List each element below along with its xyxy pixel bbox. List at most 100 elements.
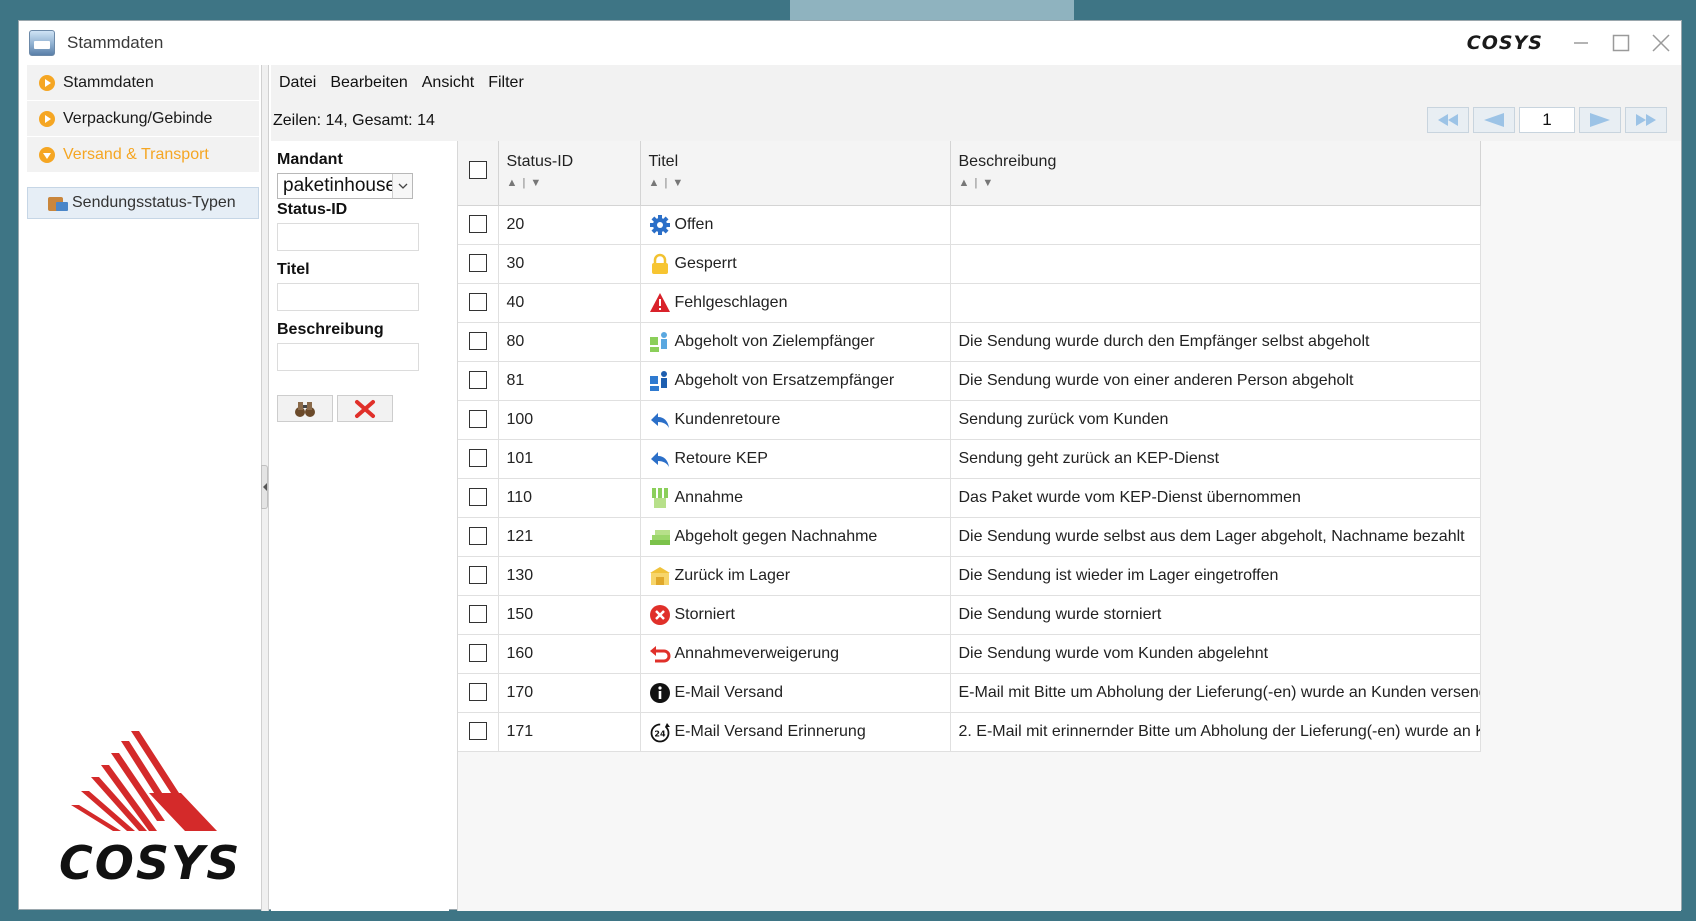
- menu-filter[interactable]: Filter: [488, 74, 524, 92]
- status-id-value: 130: [506, 566, 534, 584]
- prev-page-button[interactable]: [1473, 107, 1515, 133]
- row-checkbox[interactable]: [468, 527, 487, 546]
- panel-splitter[interactable]: [261, 65, 269, 911]
- next-page-button[interactable]: [1579, 107, 1621, 133]
- row-select-cell: [458, 673, 499, 713]
- beschreibung-value: 2. E-Mail mit erinnernder Bitte um Abhol…: [958, 722, 1480, 740]
- close-button[interactable]: [1641, 21, 1681, 65]
- table-row[interactable]: 100 Kundenretoure Sendung zurück vom Kun…: [458, 400, 1481, 440]
- table-row[interactable]: 150 Storniert Die Sendung wurde stornier…: [458, 595, 1481, 635]
- row-checkbox[interactable]: [468, 254, 487, 273]
- table-row[interactable]: 121 Abgeholt gegen Nachnahme Die Sendung…: [458, 517, 1481, 557]
- table-row[interactable]: 130 Zurück im Lager Die Sendung ist wied…: [458, 556, 1481, 596]
- row-checkbox[interactable]: [468, 644, 487, 663]
- beschreibung-value: Die Sendung wurde vom Kunden abgelehnt: [958, 644, 1269, 662]
- beschreibung-value: Die Sendung ist wieder im Lager eingetro…: [958, 566, 1279, 584]
- table-row[interactable]: 110 Annahme Das Paket wurde vom KEP-Dien…: [458, 478, 1481, 518]
- row-checkbox[interactable]: [468, 371, 487, 390]
- row-checkbox[interactable]: [468, 332, 487, 351]
- window-title: Stammdaten: [67, 33, 164, 52]
- sidebar-item-label: Verpackung/Gebinde: [63, 109, 213, 127]
- sort-arrows-icon[interactable]: ▲ | ▼: [649, 177, 950, 189]
- handover-icon: [649, 487, 671, 509]
- titel-cell: Annahme: [640, 478, 951, 518]
- row-count-text: Zeilen: 14, Gesamt: 14: [273, 112, 435, 129]
- prev-page-icon: [1484, 113, 1504, 127]
- titel-cell: Abgeholt gegen Nachnahme: [640, 517, 951, 557]
- row-checkbox[interactable]: [468, 605, 487, 624]
- column-header-status-id[interactable]: Status-ID ▲ | ▼: [498, 141, 641, 206]
- table-row[interactable]: 101 Retoure KEP Sendung geht zurück an K…: [458, 439, 1481, 479]
- beschreibung-cell: Sendung zurück vom Kunden: [950, 400, 1481, 440]
- sidebar-subitem-label: Sendungsstatus-Typen: [72, 194, 236, 211]
- menu-bearbeiten[interactable]: Bearbeiten: [330, 74, 407, 92]
- sidebar-item-label: Stammdaten: [63, 73, 154, 91]
- collapse-handle[interactable]: [261, 465, 268, 509]
- lock-icon: [649, 253, 671, 275]
- cosys-logo-text: COSYS: [59, 836, 242, 890]
- arrow-right-circle-icon: [39, 110, 55, 127]
- menu-datei[interactable]: Datei: [279, 74, 316, 92]
- table-row[interactable]: 160 Annahmeverweigerung Die Sendung wurd…: [458, 634, 1481, 674]
- table-row[interactable]: 170 E-Mail Versand E-Mail mit Bitte um A…: [458, 673, 1481, 713]
- table-row[interactable]: 81 Abgeholt von Ersatzempfänger Die Send…: [458, 361, 1481, 401]
- titel-value: Kundenretoure: [674, 410, 781, 428]
- titel-label: Titel: [277, 261, 310, 278]
- row-checkbox[interactable]: [468, 293, 487, 312]
- row-checkbox[interactable]: [468, 488, 487, 507]
- column-header-titel[interactable]: Titel ▲ | ▼: [640, 141, 951, 206]
- table-row[interactable]: 171 24 E-Mail Versand Erinnerung 2. E-Mai…: [458, 712, 1481, 752]
- row-checkbox[interactable]: [468, 566, 487, 585]
- status-id-cell: 81: [498, 361, 641, 401]
- sidebar-subitem-sendungsstatus-typen[interactable]: Sendungsstatus-Typen: [27, 187, 259, 219]
- sort-arrows-icon[interactable]: ▲ | ▼: [959, 177, 1480, 189]
- row-select-cell: [458, 439, 499, 479]
- status-id-value: 101: [506, 449, 534, 467]
- titel-value: Offen: [674, 215, 714, 233]
- table-row[interactable]: 30 Gesperrt: [458, 244, 1481, 284]
- first-page-icon: [1438, 114, 1458, 126]
- row-checkbox[interactable]: [468, 722, 487, 741]
- titel-cell: Offen: [640, 205, 951, 245]
- titel-value: Storniert: [674, 605, 735, 623]
- row-select-cell: [458, 283, 499, 323]
- pager: 1: [1427, 107, 1667, 133]
- mandant-select[interactable]: paketinhouse: [277, 173, 413, 199]
- first-page-button[interactable]: [1427, 107, 1469, 133]
- beschreibung-cell: Die Sendung wurde storniert: [950, 595, 1481, 635]
- row-checkbox[interactable]: [468, 215, 487, 234]
- table-row[interactable]: 80 Abgeholt von Zielempfänger Die Sendun…: [458, 322, 1481, 362]
- sidebar-item-verpackung[interactable]: Verpackung/Gebinde: [27, 101, 259, 137]
- sidebar-item-stammdaten[interactable]: Stammdaten: [27, 65, 259, 101]
- column-label: Status-ID: [506, 153, 574, 170]
- status-id-cell: 40: [498, 283, 641, 323]
- sort-arrows-icon[interactable]: ▲ | ▼: [507, 177, 640, 189]
- clear-filter-button[interactable]: [337, 395, 393, 422]
- row-checkbox[interactable]: [468, 410, 487, 429]
- row-checkbox[interactable]: [468, 683, 487, 702]
- beschreibung-cell: 2. E-Mail mit erinnernder Bitte um Abhol…: [950, 712, 1481, 752]
- menu-ansicht[interactable]: Ansicht: [422, 74, 474, 92]
- reply-arrow-icon: [649, 409, 671, 431]
- status-id-cell: 100: [498, 400, 641, 440]
- beschreibung-input[interactable]: [277, 343, 419, 371]
- maximize-button[interactable]: [1601, 21, 1641, 65]
- select-all-checkbox[interactable]: [468, 161, 487, 179]
- search-button[interactable]: [277, 395, 333, 422]
- titel-input[interactable]: [277, 283, 419, 311]
- last-page-button[interactable]: [1625, 107, 1667, 133]
- page-number-input[interactable]: 1: [1519, 107, 1575, 133]
- sidebar-item-versand-transport[interactable]: Versand & Transport: [27, 137, 259, 173]
- beschreibung-value: Die Sendung wurde storniert: [958, 605, 1162, 623]
- status-id-value: 30: [506, 254, 525, 272]
- status-id-cell: 130: [498, 556, 641, 596]
- table-row[interactable]: 20 Offen: [458, 205, 1481, 245]
- table-row[interactable]: 40 Fehlgeschlagen: [458, 283, 1481, 323]
- column-header-beschreibung[interactable]: Beschreibung ▲ | ▼: [950, 141, 1481, 206]
- status-id-input[interactable]: [277, 223, 419, 251]
- row-select-cell: [458, 361, 499, 401]
- minimize-button[interactable]: [1561, 21, 1601, 65]
- arrow-down-circle-icon: [39, 146, 55, 163]
- row-select-cell: [458, 712, 499, 752]
- row-checkbox[interactable]: [468, 449, 487, 468]
